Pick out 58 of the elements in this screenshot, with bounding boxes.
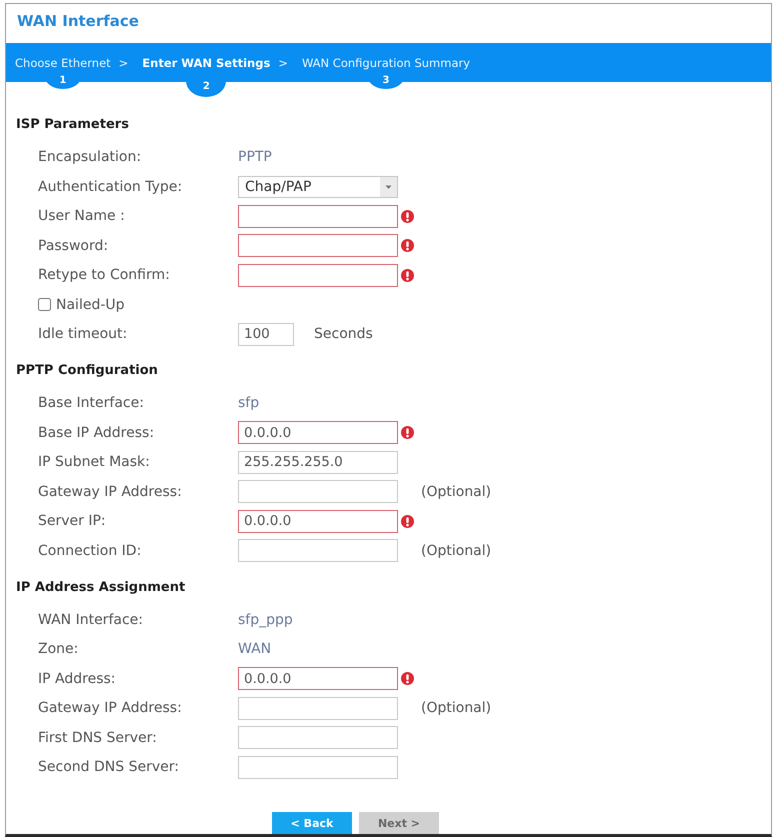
field-label: User Name : bbox=[38, 208, 126, 224]
text-field[interactable] bbox=[238, 204, 398, 228]
field-label: Connection ID: bbox=[38, 542, 142, 559]
field-label: Base Interface: bbox=[38, 395, 145, 412]
text-field[interactable] bbox=[238, 539, 398, 562]
caret-icon bbox=[380, 176, 397, 197]
field-label: Base IP Address: bbox=[38, 424, 156, 441]
step-separator: > bbox=[278, 55, 288, 72]
text-field[interactable] bbox=[238, 480, 398, 504]
text-field[interactable]: 0.0.0.0 bbox=[238, 510, 398, 533]
alert-icon bbox=[401, 268, 414, 282]
field-label: Encapsulation: bbox=[38, 149, 142, 166]
field-label: Retype to Confirm: bbox=[38, 267, 171, 284]
alert-icon bbox=[401, 672, 414, 686]
wizard-step: Choose Ethernet bbox=[15, 55, 111, 72]
text-field[interactable]: 100 bbox=[238, 322, 294, 346]
field-value: sfp_ppp bbox=[238, 612, 293, 628]
text-field[interactable]: 255.255.255.0 bbox=[238, 450, 398, 474]
unit-label: Seconds bbox=[314, 326, 373, 342]
field-value: PPTP bbox=[238, 149, 272, 166]
optional-note: (Optional) bbox=[421, 542, 492, 559]
field-label: IP Subnet Mask: bbox=[38, 454, 151, 470]
dropdown[interactable]: Chap/PAP bbox=[238, 176, 398, 198]
text-field[interactable] bbox=[238, 264, 398, 287]
optional-note: (Optional) bbox=[421, 700, 492, 716]
section-heading: IP Address Assignment bbox=[16, 578, 186, 596]
field-value: WAN bbox=[238, 641, 272, 658]
field-label: WAN Interface: bbox=[38, 612, 144, 628]
step-separator: > bbox=[118, 55, 128, 72]
field-label: Authentication Type: bbox=[38, 178, 184, 195]
field-label: Server IP: bbox=[38, 513, 107, 530]
alert-icon bbox=[401, 239, 414, 252]
text-field[interactable]: 0.0.0.0 bbox=[238, 667, 398, 690]
wizard-step: Enter WAN Settings bbox=[142, 55, 270, 72]
field-label: IP Address: bbox=[38, 670, 116, 687]
window-title: WAN Interface bbox=[17, 11, 140, 31]
alert-icon bbox=[401, 514, 414, 528]
text-field[interactable]: 0.0.0.0 bbox=[238, 421, 398, 444]
field-label: Idle timeout: bbox=[38, 326, 128, 342]
text-field[interactable] bbox=[238, 234, 398, 258]
field-label: Password: bbox=[38, 238, 110, 254]
field-label: Second DNS Server: bbox=[38, 759, 180, 776]
field-value: sfp bbox=[238, 395, 260, 412]
text-field[interactable] bbox=[238, 696, 398, 720]
field-label: Zone: bbox=[38, 641, 80, 658]
wizard-step: WAN Configuration Summary bbox=[302, 55, 470, 72]
alert-icon bbox=[401, 426, 414, 440]
field-label: Gateway IP Address: bbox=[38, 700, 183, 716]
alert-icon bbox=[401, 210, 414, 223]
field-label: First DNS Server: bbox=[38, 730, 158, 746]
checkbox-label: Nailed-Up bbox=[56, 296, 125, 313]
text-field[interactable] bbox=[238, 756, 398, 779]
optional-note: (Optional) bbox=[421, 484, 492, 500]
field-label: Gateway IP Address: bbox=[38, 484, 183, 500]
section-heading: ISP Parameters bbox=[16, 116, 130, 134]
checkbox[interactable] bbox=[38, 298, 51, 312]
section-heading: PPTP Configuration bbox=[16, 362, 159, 380]
text-field[interactable] bbox=[238, 726, 398, 750]
